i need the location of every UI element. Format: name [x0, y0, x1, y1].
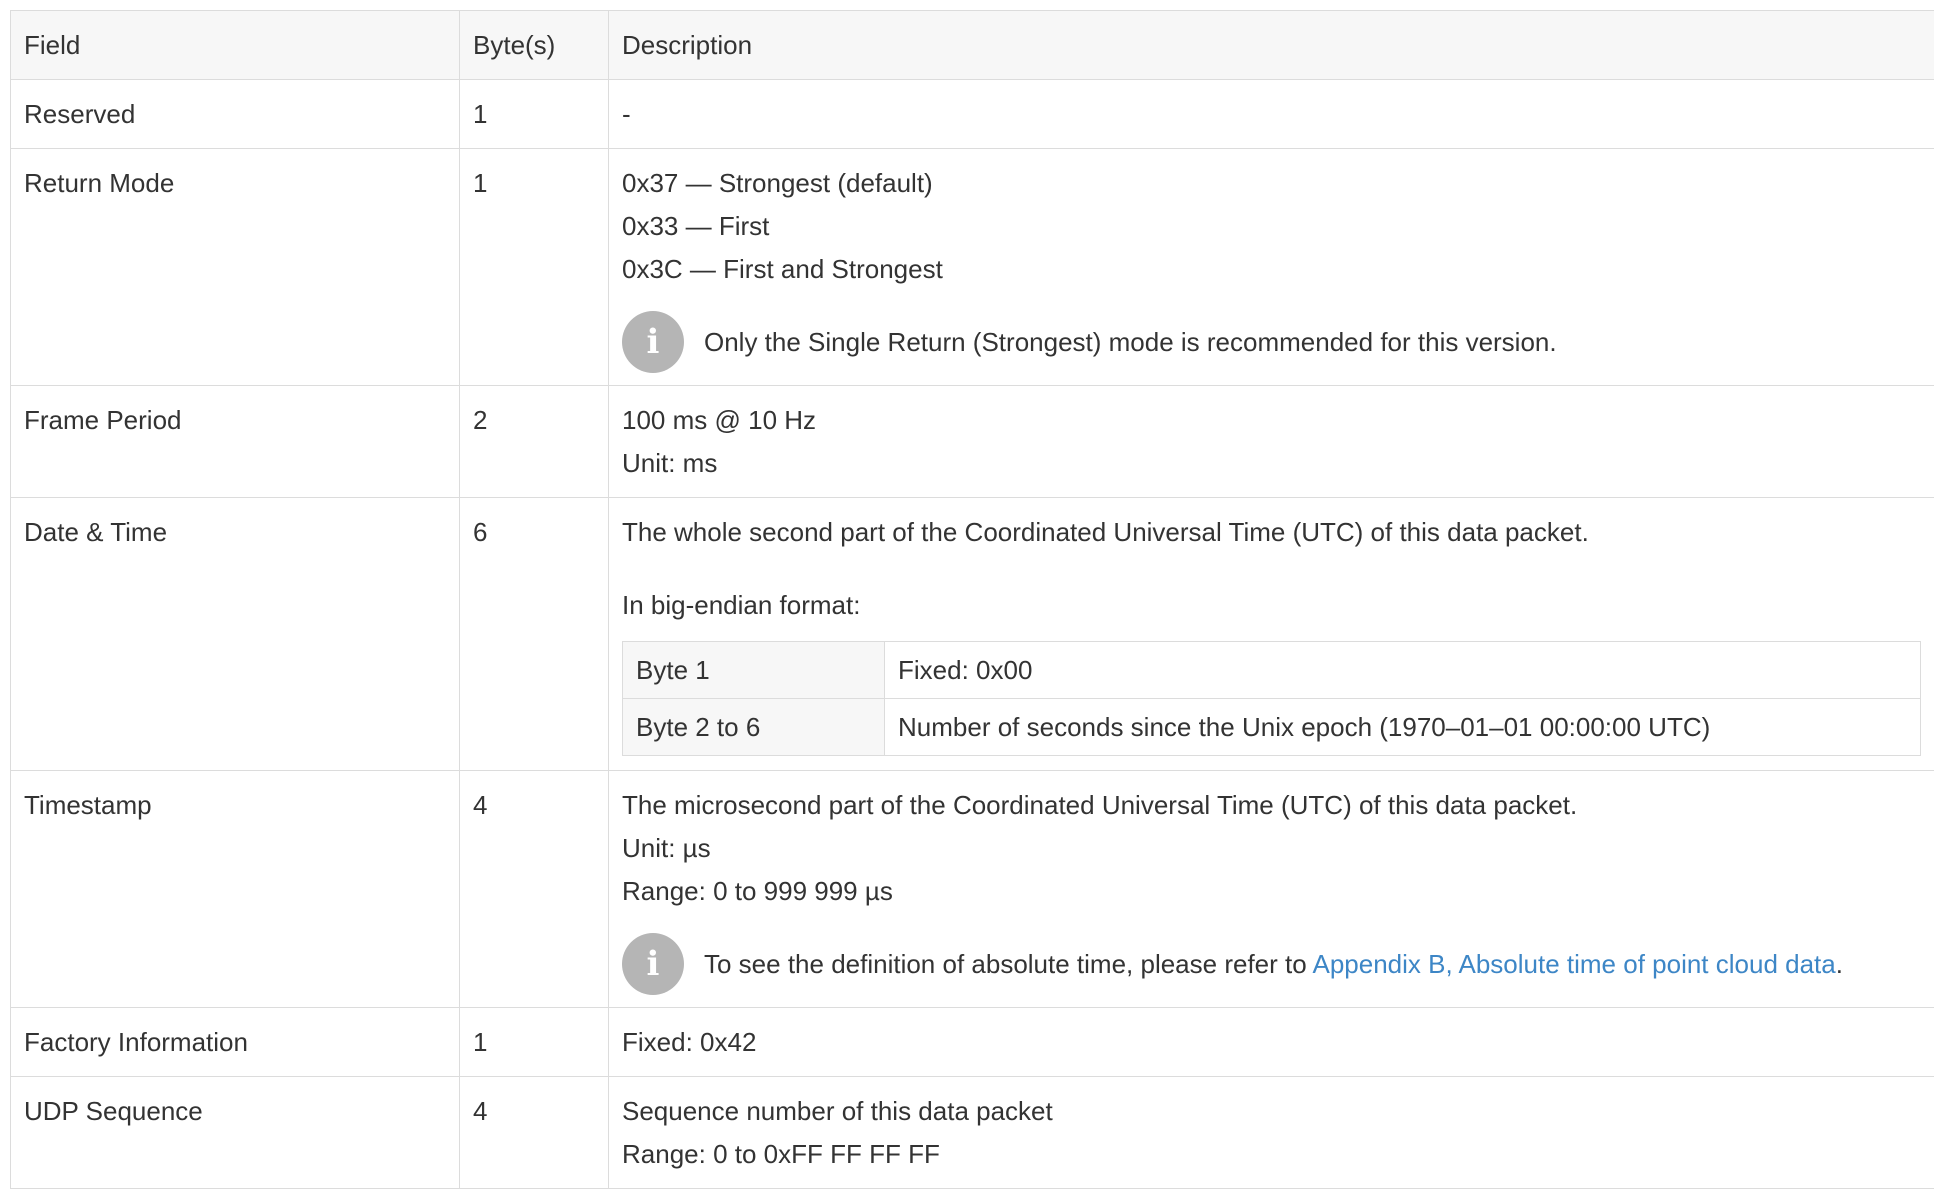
- table-row: Factory Information 1 Fixed: 0x42: [11, 1008, 1934, 1077]
- info-note: i To see the definition of absolute time…: [622, 933, 1921, 995]
- note-prefix: To see the definition of absolute time, …: [704, 949, 1313, 979]
- header-bytes: Byte(s): [460, 11, 609, 80]
- table-row: Reserved 1 -: [11, 80, 1934, 149]
- info-note: i Only the Single Return (Strongest) mod…: [622, 311, 1921, 373]
- bytes-cell: 1: [460, 149, 609, 386]
- description-line: 0x37 — Strongest (default): [622, 162, 1921, 205]
- field-cell: Timestamp: [11, 771, 460, 1008]
- description-cell: The whole second part of the Coordinated…: [609, 498, 1934, 771]
- subtable-key: Byte 2 to 6: [623, 699, 885, 756]
- bytes-cell: 2: [460, 386, 609, 498]
- bytes-cell: 1: [460, 1008, 609, 1077]
- subtable-key: Byte 1: [623, 642, 885, 699]
- header-field: Field: [11, 11, 460, 80]
- description-cell: Sequence number of this data packet Rang…: [609, 1077, 1934, 1189]
- description-line: The microsecond part of the Coordinated …: [622, 784, 1921, 827]
- field-cell: Reserved: [11, 80, 460, 149]
- table-row: Timestamp 4 The microsecond part of the …: [11, 771, 1934, 1008]
- subtable-value: Number of seconds since the Unix epoch (…: [885, 699, 1921, 756]
- header-description: Description: [609, 11, 1934, 80]
- description-line: Unit: µs: [622, 827, 1921, 870]
- field-cell: UDP Sequence: [11, 1077, 460, 1189]
- description-line: Unit: ms: [622, 442, 1921, 485]
- info-icon: i: [622, 933, 684, 995]
- description-cell: The microsecond part of the Coordinated …: [609, 771, 1934, 1008]
- field-cell: Return Mode: [11, 149, 460, 386]
- description-line: Range: 0 to 999 999 µs: [622, 870, 1921, 913]
- document-body: Field Byte(s) Description Reserved 1 - R…: [0, 0, 1934, 1189]
- appendix-b-link[interactable]: Appendix B, Absolute time of point cloud…: [1313, 949, 1836, 979]
- field-cell: Date & Time: [11, 498, 460, 771]
- description-line: 100 ms @ 10 Hz: [622, 399, 1921, 442]
- packet-fields-table: Field Byte(s) Description Reserved 1 - R…: [10, 10, 1934, 1189]
- field-cell: Frame Period: [11, 386, 460, 498]
- description-cell: -: [609, 80, 1934, 149]
- table-row: Frame Period 2 100 ms @ 10 Hz Unit: ms: [11, 386, 1934, 498]
- bytes-cell: 6: [460, 498, 609, 771]
- subtable-row: Byte 2 to 6 Number of seconds since the …: [623, 699, 1921, 756]
- description-line: Sequence number of this data packet: [622, 1090, 1921, 1133]
- field-cell: Factory Information: [11, 1008, 460, 1077]
- byte-layout-subtable: Byte 1 Fixed: 0x00 Byte 2 to 6 Number of…: [622, 641, 1921, 756]
- description-cell: Fixed: 0x42: [609, 1008, 1934, 1077]
- bytes-cell: 1: [460, 80, 609, 149]
- subtable-row: Byte 1 Fixed: 0x00: [623, 642, 1921, 699]
- description-line: 0x3C — First and Strongest: [622, 248, 1921, 291]
- info-note-text: To see the definition of absolute time, …: [704, 933, 1921, 985]
- table-row: Return Mode 1 0x37 — Strongest (default)…: [11, 149, 1934, 386]
- description-paragraph: In big-endian format:: [622, 584, 1921, 627]
- note-suffix: .: [1836, 949, 1843, 979]
- info-note-text: Only the Single Return (Strongest) mode …: [704, 311, 1921, 363]
- bytes-cell: 4: [460, 771, 609, 1008]
- description-line: Range: 0 to 0xFF FF FF FF: [622, 1133, 1921, 1176]
- table-row: UDP Sequence 4 Sequence number of this d…: [11, 1077, 1934, 1189]
- description-cell: 100 ms @ 10 Hz Unit: ms: [609, 386, 1934, 498]
- table-header-row: Field Byte(s) Description: [11, 11, 1934, 80]
- description-cell: 0x37 — Strongest (default) 0x33 — First …: [609, 149, 1934, 386]
- description-paragraph: The whole second part of the Coordinated…: [622, 511, 1921, 554]
- table-row: Date & Time 6 The whole second part of t…: [11, 498, 1934, 771]
- info-icon: i: [622, 311, 684, 373]
- description-line: 0x33 — First: [622, 205, 1921, 248]
- subtable-value: Fixed: 0x00: [885, 642, 1921, 699]
- bytes-cell: 4: [460, 1077, 609, 1189]
